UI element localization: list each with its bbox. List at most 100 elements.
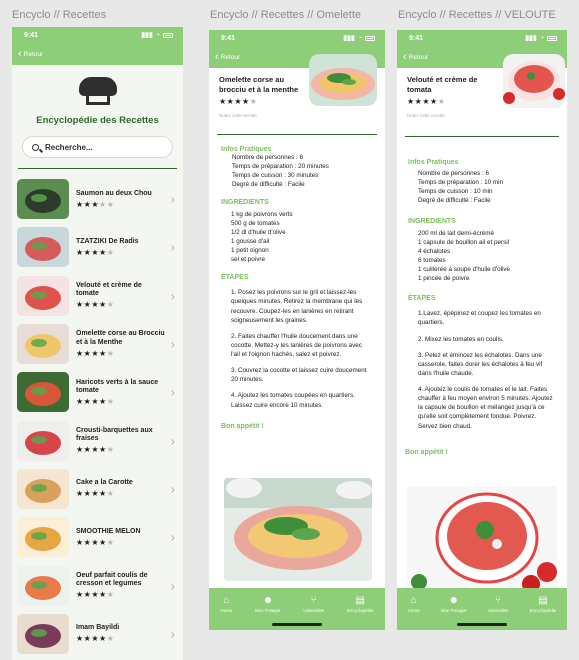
- star-icon[interactable]: ★: [242, 97, 250, 106]
- search-placeholder: Recherche...: [45, 142, 93, 152]
- home-screen: 9:41 ▮▮▮ ◔ ‹ Retour Encyclopédie des Recet…: [12, 27, 183, 660]
- rate-recipe-link[interactable]: Notez cette recette: [407, 113, 567, 118]
- list-item[interactable]: Haricots verts à la sauce tomate ★★★★★ ›: [12, 368, 183, 416]
- nav-item-ustensiles[interactable]: ⑂ Ustensiles: [303, 596, 325, 614]
- star-icon: ★: [99, 396, 107, 406]
- recipe-thumbnail: [17, 324, 69, 365]
- info-line: Degré de difficulté : Facile: [418, 197, 491, 205]
- star-icon: ★: [91, 590, 100, 600]
- recipe-title: Omelette corse au brocciu et à la menthe: [219, 75, 299, 94]
- steps-heading: ÉTAPES: [221, 274, 249, 282]
- star-icon: ★: [76, 489, 84, 499]
- infos-list: Nombre de personnes : 6 Temps de préparat…: [408, 169, 567, 206]
- list-item[interactable]: Imam Bayildi ★★★★★ ›: [12, 610, 183, 658]
- ingredient-line: 4 échalotes: [418, 247, 451, 255]
- recipe-name: Imam Bayildi: [76, 624, 120, 632]
- recipe-name: Cake a la Carotte: [76, 479, 133, 487]
- chevron-right-icon: ›: [170, 433, 175, 449]
- star-icon[interactable]: ★: [219, 97, 227, 106]
- list-item[interactable]: Omelette corse au Brocciu et à la Menthe…: [12, 320, 183, 368]
- recipe-info: Haricots verts à la sauce tomate ★★★★★: [76, 379, 166, 406]
- bon-appetit: Bon appétit !: [405, 448, 448, 456]
- star-icon: ★: [106, 396, 115, 406]
- nav-item-mon-potager[interactable]: ☻ Mon Potager: [440, 596, 467, 614]
- nav-item-encyclop-die[interactable]: ▤ Encyclopédie: [530, 596, 557, 614]
- star-icon: ★: [91, 199, 100, 209]
- nav-item-home[interactable]: ⌂ Home: [220, 596, 233, 614]
- star-icon[interactable]: ★: [407, 97, 415, 106]
- star-icon: ★: [91, 445, 100, 455]
- info-line: Temps de cuisson : 10 min: [418, 188, 493, 196]
- star-icon[interactable]: ★: [250, 97, 258, 106]
- star-icon: ★: [99, 489, 107, 499]
- recipe-rating: ★★★★★: [76, 300, 166, 309]
- chevron-right-icon: ›: [170, 481, 175, 497]
- star-icon: ★: [91, 300, 100, 310]
- bon-appetit: Bon appétit !: [221, 422, 264, 430]
- design-canvas: Encyclo // Recettes Encyclo // Recettes …: [0, 0, 579, 660]
- star-icon[interactable]: ★: [422, 97, 430, 106]
- nav-label: Mon Potager: [255, 608, 281, 613]
- ingredient-line: 6 tomates: [418, 256, 446, 264]
- list-item[interactable]: Crousti-barquettes aux fraises ★★★★★ ›: [12, 416, 183, 464]
- frame-label-omelette: Encyclo // Recettes // Omelette: [210, 9, 362, 21]
- ingredient-line: 1 gousse d'ail: [231, 237, 270, 245]
- status-time: 9:41: [409, 34, 424, 42]
- nav-label: Home: [220, 608, 233, 613]
- recipe-thumbnail: [17, 275, 69, 316]
- star-icon[interactable]: ★: [430, 97, 438, 106]
- house-icon: ⌂: [410, 595, 417, 606]
- list-item[interactable]: Cake a la Carotte ★★★★★ ›: [12, 465, 183, 513]
- battery-icon: [163, 32, 173, 38]
- star-icon: ★: [99, 348, 107, 358]
- list-item[interactable]: TZATZIKI De Radis ★★★★★ ›: [12, 223, 183, 271]
- divider: [18, 168, 177, 169]
- frame-label-veloute: Encyclo // Recettes // VELOUTE: [398, 9, 556, 21]
- back-label: Retour: [23, 50, 44, 58]
- nav-item-mon-potager[interactable]: ☻ Mon Potager: [255, 596, 281, 614]
- star-icon: ★: [99, 247, 107, 257]
- chevron-left-icon: ‹: [215, 50, 219, 63]
- nav-item-home[interactable]: ⌂ Home: [408, 595, 420, 614]
- recipe-info: Oeuf parfait coulis de cresson et legume…: [76, 572, 166, 599]
- list-item[interactable]: Saumon au deux Chou ★★★★★ ›: [12, 175, 183, 223]
- nav-item-ustensiles[interactable]: ⑂ Ustensiles: [487, 596, 509, 614]
- chevron-right-icon: ›: [170, 288, 175, 304]
- star-icon: ★: [106, 300, 115, 310]
- chevron-left-icon: ‹: [18, 47, 22, 60]
- star-icon[interactable]: ★: [438, 97, 446, 106]
- ingredient-line: sel et poivre: [231, 256, 265, 264]
- recipe-name: Oeuf parfait coulis de cresson et legume…: [76, 571, 148, 588]
- star-icon: ★: [91, 348, 100, 358]
- rate-recipe-link[interactable]: Notez cette recette: [219, 113, 385, 118]
- recipe-thumbnail: [17, 227, 69, 268]
- nav-label: Ustensiles: [303, 608, 325, 613]
- recipe-rating: ★★★★★: [76, 349, 166, 358]
- search-input[interactable]: Recherche...: [22, 136, 173, 158]
- nav-label: Mon Potager: [440, 608, 467, 613]
- info-line: Nombre de personnes : 6: [418, 170, 490, 177]
- battery-icon: [547, 35, 557, 41]
- nav-label: Ustensiles: [487, 608, 509, 613]
- step-text: 1. Posez les poivrons sur le gril et lai…: [231, 289, 363, 324]
- chevron-right-icon: ›: [170, 384, 175, 400]
- star-icon: ★: [76, 590, 84, 600]
- ingredients-heading: INGREDIENTS: [221, 198, 269, 206]
- step-text: 2. Faites chauffer l'huile doucement dan…: [231, 332, 362, 358]
- recipe-rating: ★★★★★: [76, 590, 166, 599]
- recipe-thumbnail: [17, 468, 69, 509]
- star-icon[interactable]: ★: [234, 97, 242, 106]
- nav-item-encyclop-die[interactable]: ▤ Encyclopédie: [347, 596, 374, 614]
- recipe-rating: ★★★★★: [76, 634, 166, 643]
- page-title: Encyclopédie des Recettes: [36, 115, 159, 126]
- search-icon: [32, 143, 39, 151]
- list-item[interactable]: Velouté et crème de tomate ★★★★★ ›: [12, 272, 183, 320]
- chevron-left-icon: ‹: [403, 50, 407, 63]
- recipe-info: Imam Bayildi ★★★★★: [76, 624, 166, 643]
- chef-hat-icon: [78, 77, 117, 107]
- list-item[interactable]: Oeuf parfait coulis de cresson et legume…: [12, 561, 183, 609]
- recipe-thumbnail: [309, 54, 377, 106]
- back-button[interactable]: ‹ Retour: [12, 43, 183, 65]
- recipe-name: Haricots verts à la sauce tomate: [76, 378, 159, 394]
- list-item[interactable]: SMOOTHIE MELON ★★★★★ ›: [12, 513, 183, 561]
